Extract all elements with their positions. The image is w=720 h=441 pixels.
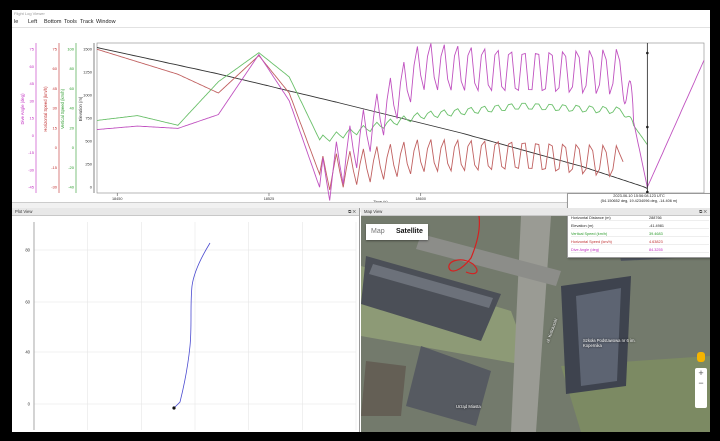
tooltip-row-label: Dive Angle (deg) — [571, 248, 600, 252]
y-tick-label: 0 — [55, 145, 58, 150]
tooltip-row: Vertical Speed (km/h) 39.4683 — [571, 232, 709, 237]
panel-float-close-icon[interactable]: ⧉ ✕ — [348, 208, 356, 216]
y-tick-label: -40 — [68, 185, 75, 190]
tooltip-row: Dive Angle (deg) 84.3255 — [571, 248, 709, 253]
map-place-label: Urząd Miasta — [456, 404, 481, 409]
y-tick-label: 80 — [25, 248, 30, 253]
chart-panel[interactable]: 75 60 45 30 15 0 -15 -30 -45 Dive Angle (deg) 75 60… — [12, 29, 710, 210]
y-tick-label: 0 — [32, 133, 35, 138]
y-tick-label: 60 — [70, 86, 75, 91]
tooltip-row: Horizontal Speed (km/h) 4.63823 — [571, 240, 709, 245]
tooltip-row-label: Elevation (m) — [571, 224, 594, 228]
plot-view-title: Plot View — [15, 209, 33, 214]
y-tick-label: 75 — [53, 47, 58, 52]
y-tick-label: -30 — [28, 167, 35, 172]
tooltip-row-value: 39.4683 — [649, 232, 663, 236]
time-series-chart[interactable]: 75 60 45 30 15 0 -15 -30 -45 Dive Angle (deg) 75 60… — [12, 29, 710, 202]
tooltip-row-value: 288766 — [649, 216, 662, 220]
menu-track[interactable]: Track — [80, 19, 94, 25]
x-tick-label: 18525 — [264, 197, 275, 201]
menu-bottom[interactable]: Bottom — [44, 19, 61, 25]
y-tick-label: 500 — [85, 139, 92, 144]
map-type-map-button[interactable]: Map — [371, 224, 385, 240]
trajectory-end-marker — [172, 406, 176, 410]
plot-view-header: Plot View ⧉ ✕ — [12, 208, 359, 216]
tooltip-position: (54.150652 deg, 19.4234096 deg, -14.406 … — [600, 199, 678, 203]
menu-file[interactable]: le — [14, 19, 18, 25]
y-tick-label: 1000 — [83, 93, 93, 98]
y-tick-label: -20 — [68, 165, 75, 170]
y-tick-label: 80 — [70, 66, 75, 71]
menu-window[interactable]: Window — [96, 19, 116, 25]
y-tick-label: 60 — [25, 300, 30, 305]
panel-float-close-icon[interactable]: ⧉ ✕ — [699, 208, 707, 216]
menu-left[interactable]: Left — [28, 19, 37, 25]
y-tick-label: -15 — [51, 165, 58, 170]
y-tick-label: -15 — [28, 150, 35, 155]
x-tick-label: 18450 — [112, 197, 123, 201]
y-axis-label: Elevation (m) — [78, 96, 83, 121]
map-place-label: Szkoła Podstawowa nr 6 im. Kopernika — [583, 338, 636, 348]
y-tick-label: -30 — [51, 185, 58, 190]
y-tick-label: 20 — [70, 125, 75, 130]
x-tick-label: 18600 — [415, 197, 426, 201]
zoom-control[interactable]: + − — [695, 368, 707, 408]
map-type-toggle: Map Satellite — [366, 224, 428, 240]
map-view-title: Map View — [364, 209, 383, 214]
app-title: Flight Log Viewer — [14, 11, 45, 16]
y-tick-label: 250 — [85, 162, 92, 167]
cursor-marker — [646, 51, 649, 55]
y-tick-label: 30 — [53, 106, 58, 111]
plot-view-panel[interactable]: Plot View ⧉ ✕ 80 60 40 0 — [12, 208, 360, 432]
y-tick-label: 100 — [67, 47, 74, 52]
y-tick-label: 1250 — [83, 70, 93, 75]
y-tick-label: 0 — [72, 145, 75, 150]
y-tick-label: -45 — [28, 185, 35, 190]
y-tick-label: 750 — [85, 116, 92, 121]
cursor-marker — [646, 125, 649, 129]
map-type-satellite-button[interactable]: Satellite — [396, 224, 423, 240]
y-tick-label: 30 — [30, 98, 35, 103]
y-axis-label: Vertical Speed (km/h) — [60, 88, 65, 129]
menu-bar: Flight Log Viewer le Left Bottom Tools T… — [12, 10, 710, 28]
y-tick-label: 60 — [53, 66, 58, 71]
tooltip-row-value: 4.63823 — [649, 240, 663, 244]
zoom-in-icon[interactable]: + — [695, 368, 707, 378]
y-tick-label: 40 — [70, 106, 75, 111]
y-tick-label: 0 — [90, 185, 93, 190]
tooltip-row-value: 84.3255 — [649, 248, 663, 252]
y-tick-label: 0 — [28, 402, 31, 407]
y-tick-label: 40 — [25, 350, 30, 355]
building-roof — [576, 288, 621, 386]
y-axis-label: Horizontal Speed (km/h) — [43, 86, 48, 132]
trajectory-line — [173, 242, 211, 409]
tooltip-row-label: Vertical Speed (km/h) — [571, 232, 608, 236]
tooltip-row-value: -41.4981 — [649, 224, 664, 228]
y-tick-label: 15 — [30, 116, 35, 121]
y-tick-label: 15 — [53, 125, 58, 130]
y-tick-label: 60 — [30, 64, 35, 69]
map-view-header: Map View ⧉ ✕ — [361, 208, 710, 216]
y-tick-label: 1500 — [83, 47, 93, 52]
parking-area — [361, 361, 406, 416]
tooltip-row: Elevation (m) -41.4981 — [571, 224, 709, 229]
tooltip-row: Horizontal Distance (m) 288766 — [571, 216, 709, 221]
y-tick-label: 75 — [30, 47, 35, 52]
tooltip-row-label: Horizontal Distance (m) — [571, 216, 611, 220]
y-axis-label: Dive Angle (deg) — [20, 93, 25, 125]
plot-view-canvas[interactable]: 80 60 40 0 — [12, 216, 360, 432]
y-tick-label: 45 — [30, 81, 35, 86]
y-tick-label: 45 — [53, 86, 58, 91]
tooltip-row-label: Horizontal Speed (km/h) — [571, 240, 612, 244]
menu-tools[interactable]: Tools — [64, 19, 77, 25]
zoom-out-icon[interactable]: − — [695, 378, 707, 388]
pegman-icon[interactable] — [697, 352, 705, 362]
data-tooltip: 2023-06-10 15:56:08.123 UTC (54.150652 d… — [567, 193, 710, 258]
application-window: Flight Log Viewer le Left Bottom Tools T… — [12, 10, 710, 432]
